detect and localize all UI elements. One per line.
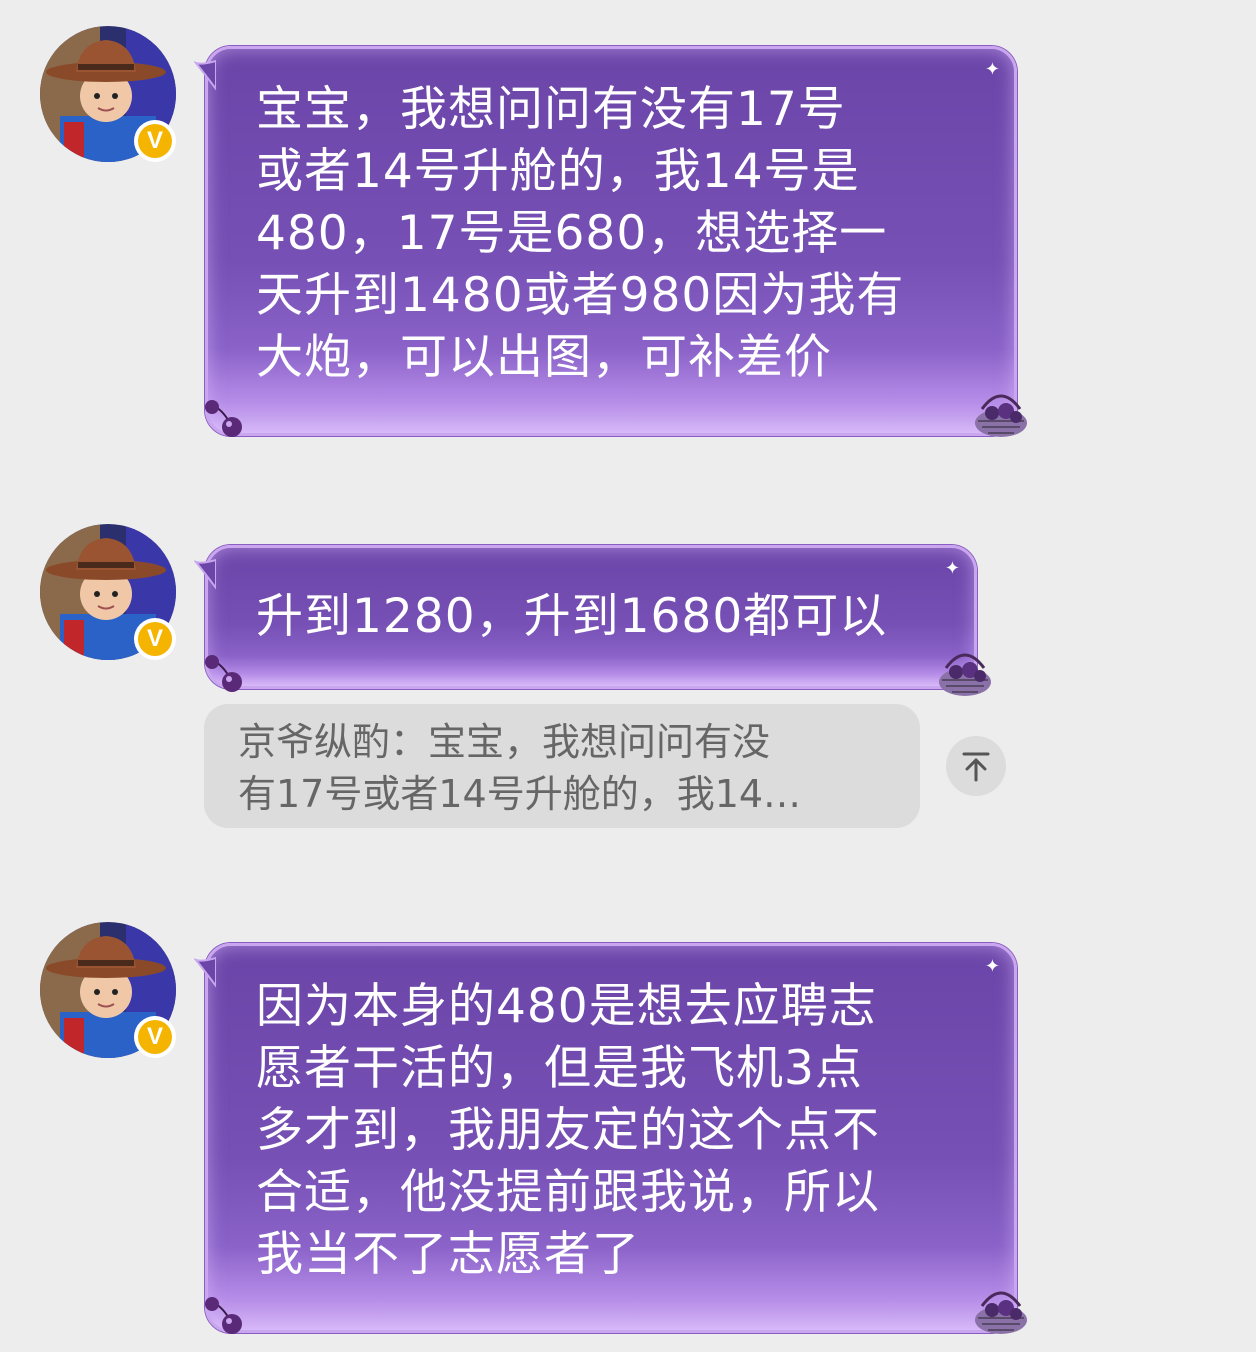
quoted-message-text: 京爷纵酌：宝宝，我想问问有没 有17号或者14号升舱的，我14… [238,720,802,816]
cherry-icon [205,400,242,437]
grape-basket-icon [939,653,991,696]
bubble-tail [194,956,216,988]
grape-basket-icon [975,1291,1027,1334]
cherry-icon [205,655,242,692]
sender-avatar[interactable]: V [40,26,176,162]
message-bubble[interactable]: ✦ 宝宝，我想问问有没有17号 或者14号升舱的，我14号是 480，17号是6… [194,46,1027,437]
verified-v-icon: V [138,622,172,656]
bubble-tail [194,59,216,91]
message-bubble[interactable]: ✦ 升到1280，升到1680都可以 [194,545,991,696]
sparkle-icon: ✦ [944,558,960,579]
bubble-tail [194,558,216,590]
sparkle-icon: ✦ [984,59,1000,80]
message-text: 升到1280，升到1680都可以 [256,589,888,644]
sparkle-icon: ✦ [984,956,1000,977]
chat-message-list: V ✦ 宝宝，我想问问有没有17号 或者14号升舱的，我14号是 480，17号… [0,0,1256,1352]
sender-avatar[interactable]: V [40,922,176,1058]
sender-avatar[interactable]: V [40,524,176,660]
verified-v-icon: V [138,124,172,158]
cherry-icon [205,1297,242,1334]
verified-v-icon: V [138,1020,172,1054]
grape-basket-icon [975,394,1027,437]
verified-badge: V [134,120,176,162]
quoted-message[interactable]: 京爷纵酌：宝宝，我想问问有没 有17号或者14号升舱的，我14… [204,704,920,828]
verified-badge: V [134,618,176,660]
arrow-up-to-top-icon [962,752,990,782]
message-text: 因为本身的480是想去应聘志 愿者干活的，但是我飞机3点 多才到，我朋友定的这个… [256,979,880,1282]
verified-badge: V [134,1016,176,1058]
jump-to-quoted-button[interactable] [946,736,1006,796]
message-text: 宝宝，我想问问有没有17号 或者14号升舱的，我14号是 480，17号是680… [256,82,905,385]
message-bubble[interactable]: ✦ 因为本身的480是想去应聘志 愿者干活的，但是我飞机3点 多才到，我朋友定的… [194,943,1027,1334]
